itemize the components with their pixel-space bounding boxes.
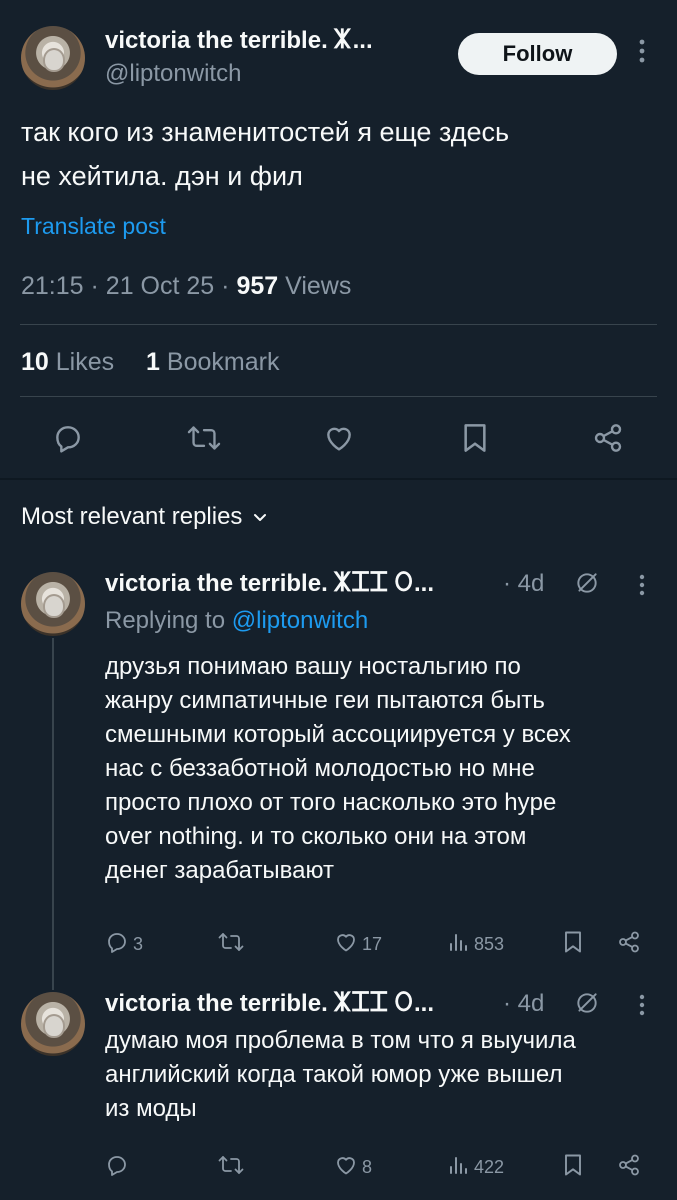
- replies-sort-label: Most relevant replies: [21, 503, 243, 530]
- post-meta: 21:15 · 21 Oct 25 · 957 Views: [21, 272, 351, 301]
- avatar[interactable]: [21, 572, 85, 636]
- reply-text-line: друзья понимаю вашу ностальгию по: [105, 653, 521, 680]
- views-icon: [446, 930, 470, 959]
- grok-icon[interactable]: [574, 990, 600, 1016]
- section-divider: [0, 478, 677, 480]
- reply-count: 3: [133, 934, 144, 954]
- reply-age[interactable]: · 4d: [503, 990, 544, 1018]
- repost-icon: [218, 1153, 244, 1182]
- replying-to-label: Replying to: [105, 607, 226, 634]
- views-count: 957: [236, 272, 279, 300]
- repost-button[interactable]: [218, 1153, 244, 1182]
- reply-text-line: думаю моя проблема в том что я выучила: [105, 1027, 576, 1054]
- like-icon: [334, 1153, 358, 1182]
- views-label: Views: [285, 272, 352, 300]
- share-icon[interactable]: [617, 930, 641, 954]
- views-button[interactable]: 422: [446, 1153, 504, 1182]
- chevron-down-icon: [252, 509, 268, 525]
- reply-text: думаю моя проблема в том что я выучила а…: [105, 1024, 576, 1126]
- replying-to-handle[interactable]: @liptonwitch: [232, 607, 368, 634]
- more-icon[interactable]: [636, 38, 648, 68]
- reply-icon[interactable]: [52, 422, 84, 454]
- post-text-line: так кого из знаменитостей я еще здесь: [21, 117, 510, 147]
- translate-post-link[interactable]: Translate post: [21, 213, 166, 240]
- reply-age[interactable]: · 4d: [503, 570, 544, 598]
- avatar[interactable]: [21, 992, 85, 1056]
- repost-button[interactable]: [218, 930, 244, 959]
- like-icon: [334, 930, 358, 959]
- reply-text-line: денег зарабатывают: [105, 857, 334, 884]
- post-text-line: не хейтила. дэн и фил: [21, 161, 303, 191]
- reply-text: друзья понимаю вашу ностальгию по жанру …: [105, 650, 571, 888]
- reply-text-line: просто плохо от того насколько это hype: [105, 789, 557, 816]
- bookmarks-count: 1: [146, 348, 160, 376]
- reply-button[interactable]: 3: [105, 930, 143, 959]
- reply-age-value: 4d: [517, 990, 545, 1017]
- bookmarks-stat[interactable]: 1 Bookmark: [146, 348, 279, 376]
- reply-text-line: over nothing. и то сколько они на этом: [105, 823, 527, 850]
- separator: ·: [503, 990, 518, 1017]
- share-icon[interactable]: [592, 422, 624, 454]
- like-count: 17: [362, 934, 383, 954]
- repost-icon: [218, 930, 244, 959]
- reply-text-line: жанру симпатичные геи пытаются быть: [105, 687, 545, 714]
- post-time[interactable]: 21:15: [21, 272, 84, 300]
- bookmark-icon[interactable]: [460, 422, 490, 454]
- reply-icon: [105, 1153, 129, 1182]
- post-text: так кого из знаменитостей я еще здесь не…: [21, 110, 509, 198]
- views-button[interactable]: 853: [446, 930, 504, 959]
- avatar[interactable]: [21, 26, 85, 90]
- post-date[interactable]: 21 Oct 25: [106, 272, 214, 300]
- reply-button[interactable]: [105, 1153, 129, 1182]
- author-handle[interactable]: @liptonwitch: [105, 60, 241, 88]
- reply-text-line: из моды: [105, 1095, 197, 1122]
- reply-author-name[interactable]: victoria the terrible. 𐊌𐊈𐊈 𐊒...: [105, 990, 434, 1018]
- author-name[interactable]: victoria the terrible. 𐊌...: [105, 27, 373, 55]
- replying-to: Replying to @liptonwitch: [105, 607, 368, 635]
- reply-text-line: нас с беззаботной молодостью но мне: [105, 755, 535, 782]
- engagement-stats: 10 Likes 1 Bookmark: [21, 348, 279, 377]
- more-icon[interactable]: [639, 993, 645, 1022]
- repost-icon[interactable]: [187, 422, 221, 454]
- bookmark-icon[interactable]: [562, 1153, 584, 1177]
- views-count: 422: [474, 1157, 505, 1177]
- grok-icon[interactable]: [574, 570, 600, 596]
- likes-stat[interactable]: 10 Likes: [21, 348, 114, 376]
- divider: [20, 324, 657, 325]
- replies-sort-selector[interactable]: Most relevant replies: [21, 503, 268, 531]
- views-count: 853: [474, 934, 505, 954]
- likes-label: Likes: [55, 348, 115, 376]
- meta-separator: ·: [221, 272, 237, 300]
- more-icon[interactable]: [639, 573, 645, 602]
- like-count: 8: [362, 1157, 373, 1177]
- follow-button[interactable]: Follow: [458, 33, 617, 75]
- reply-text-line: английский когда такой юмор уже вышел: [105, 1061, 563, 1088]
- like-button[interactable]: 8: [334, 1153, 372, 1182]
- meta-separator: ·: [90, 272, 106, 300]
- likes-count: 10: [21, 348, 49, 376]
- thread-line: [52, 638, 54, 990]
- reply-age-value: 4d: [517, 570, 545, 597]
- views-icon: [446, 1153, 470, 1182]
- reply-text-line: смешными который ассоциируется у всех: [105, 721, 571, 748]
- bookmark-icon[interactable]: [562, 930, 584, 954]
- separator: ·: [503, 570, 518, 597]
- reply-author-name[interactable]: victoria the terrible. 𐊌𐊈𐊈 𐊒...: [105, 570, 434, 598]
- bookmarks-label: Bookmark: [166, 348, 280, 376]
- reply-icon: [105, 930, 129, 959]
- like-icon[interactable]: [323, 422, 355, 454]
- share-icon[interactable]: [617, 1153, 641, 1177]
- divider: [20, 396, 657, 397]
- like-button[interactable]: 17: [334, 930, 382, 959]
